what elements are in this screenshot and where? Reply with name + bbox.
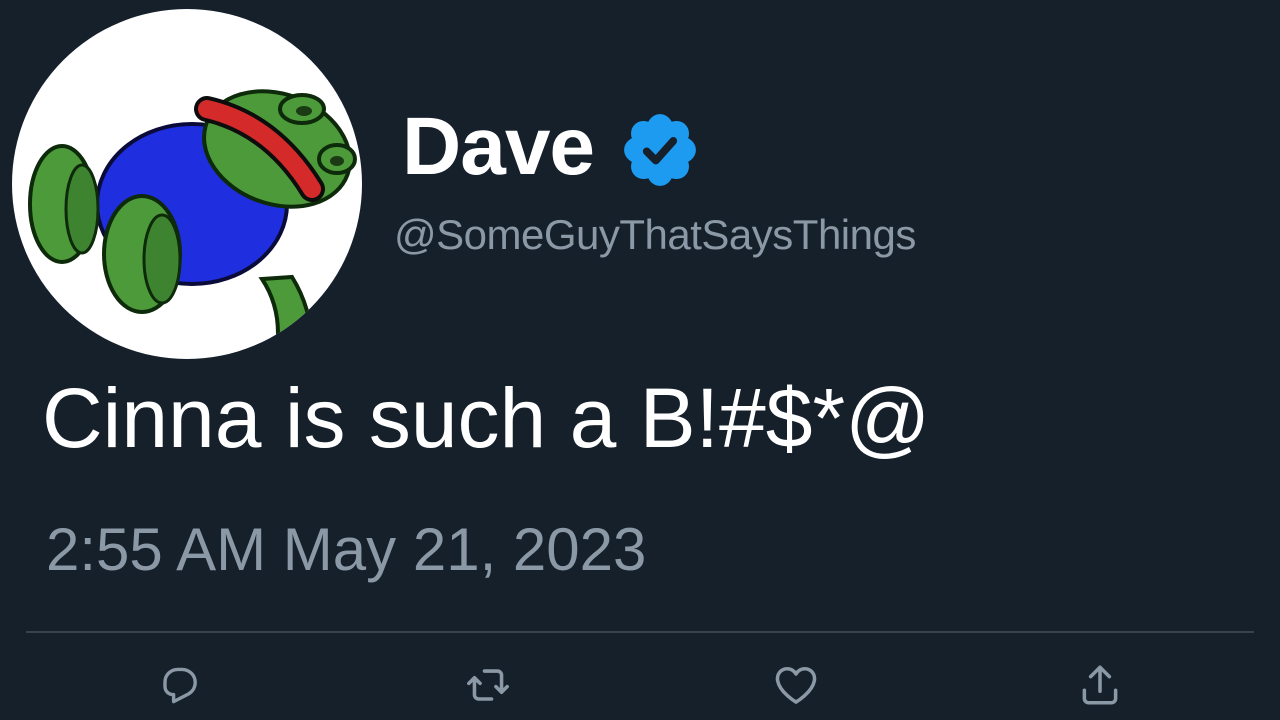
avatar[interactable] — [12, 9, 362, 359]
tweet-text: Cinna is such a B!#$*@ — [42, 371, 931, 465]
divider — [26, 631, 1254, 633]
tweet-timestamp[interactable]: 2:55 AM May 21, 2023 — [46, 520, 646, 580]
like-button[interactable] — [766, 655, 826, 715]
frog-avatar-image — [28, 89, 357, 351]
verified-badge-icon — [624, 114, 696, 186]
reply-button[interactable] — [150, 655, 210, 715]
tweet-actions — [0, 655, 1280, 715]
share-icon — [1082, 665, 1118, 705]
display-name-row: Dave — [402, 92, 702, 202]
reply-icon — [163, 667, 197, 704]
retweet-icon — [467, 669, 509, 701]
tweet-card: Dave @SomeGuyThatSaysThings Cinna is suc… — [0, 0, 1280, 720]
retweet-button[interactable] — [458, 655, 518, 715]
heart-icon — [775, 666, 817, 704]
share-button[interactable] — [1070, 655, 1130, 715]
display-name[interactable]: Dave — [402, 106, 595, 188]
user-handle[interactable]: @SomeGuyThatSaysThings — [394, 214, 916, 256]
